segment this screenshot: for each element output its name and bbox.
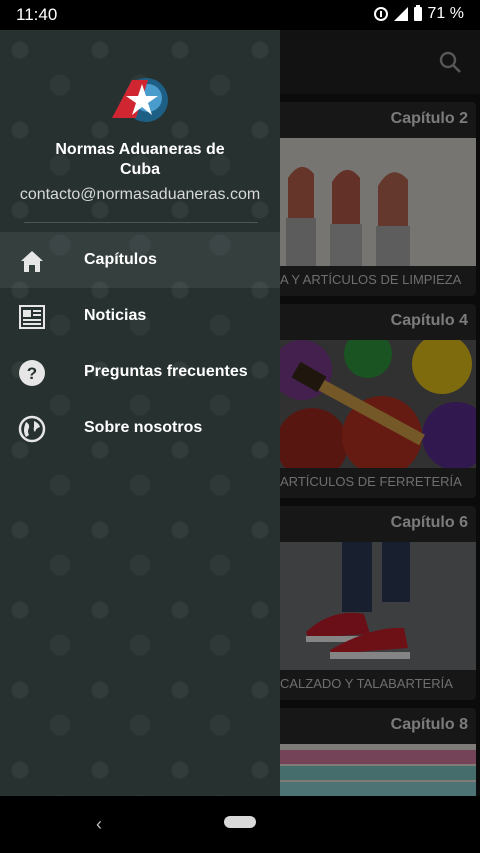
signal-icon xyxy=(393,7,408,21)
drawer-divider xyxy=(24,222,258,223)
status-bar: 11:40 71 % xyxy=(0,0,480,30)
menu-item-label: Preguntas frecuentes xyxy=(84,363,248,380)
menu-item-sobre-nosotros[interactable]: Sobre nosotros xyxy=(0,400,280,456)
menu-item-noticias[interactable]: Noticias xyxy=(0,288,280,344)
help-icon: ? xyxy=(19,360,45,386)
navigation-drawer: Normas Aduaneras de Cuba contacto@normas… xyxy=(0,30,280,796)
system-nav-bar: ‹ xyxy=(0,796,480,853)
app-title: Normas Aduaneras de Cuba xyxy=(55,141,225,178)
battery-level: 71 % xyxy=(427,5,464,22)
newspaper-icon xyxy=(19,305,45,329)
menu-item-capitulos[interactable]: Capítulos xyxy=(0,232,280,288)
globe-icon xyxy=(18,415,46,443)
back-icon[interactable]: ‹ xyxy=(96,814,102,835)
data-saver-icon xyxy=(373,7,388,21)
menu-item-label: Noticias xyxy=(84,307,147,324)
battery-icon xyxy=(413,5,422,21)
svg-text:?: ? xyxy=(27,364,37,383)
app-logo xyxy=(112,78,168,122)
menu-item-label: Sobre nosotros xyxy=(84,419,203,436)
home-icon xyxy=(21,251,43,272)
menu-item-label: Capítulos xyxy=(84,251,157,268)
home-pill-icon[interactable] xyxy=(224,816,256,828)
menu-item-preguntas[interactable]: ? Preguntas frecuentes xyxy=(0,344,280,400)
status-icons: 71 % xyxy=(373,5,464,23)
drawer-menu: Capítulos Noticias ? Preguntas frecuente… xyxy=(0,232,280,456)
contact-email[interactable]: contacto@normasaduaneras.com xyxy=(0,186,280,204)
status-time: 11:40 xyxy=(16,5,58,24)
